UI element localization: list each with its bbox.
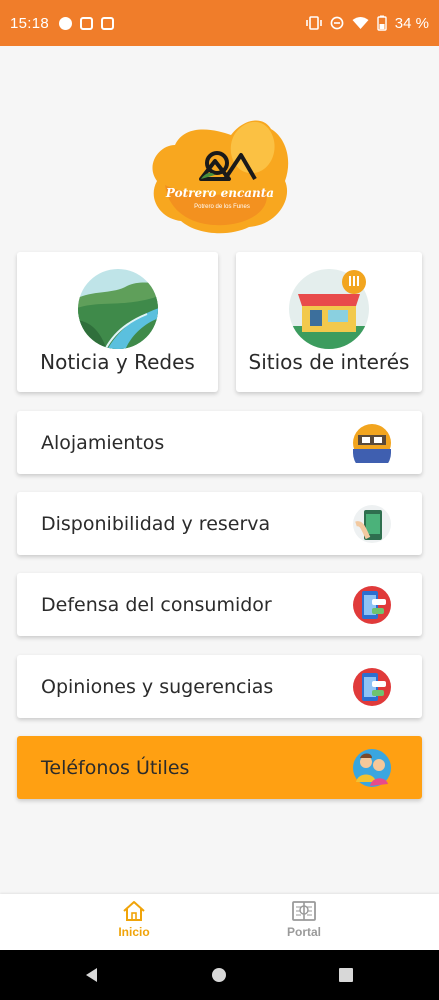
battery-percentage: 34 % <box>394 14 429 32</box>
accommodation-label: Alojamientos <box>41 431 165 454</box>
nav-home[interactable]: Inicio <box>89 900 179 939</box>
notification-phone-icon <box>80 16 94 30</box>
news-and-social-tile[interactable]: Noticia y Redes <box>17 252 218 392</box>
home-button-icon[interactable] <box>211 967 227 983</box>
map-book-icon <box>292 901 316 921</box>
mobile-chat-icon <box>353 585 391 624</box>
news-and-social-label: Noticia y Redes <box>40 350 195 374</box>
recents-icon[interactable] <box>338 967 354 983</box>
availability-booking-label: Disponibilidad y reserva <box>41 512 271 535</box>
system-navigation-bar <box>0 950 439 1000</box>
back-icon[interactable] <box>84 967 100 983</box>
mobile-chat-icon <box>353 667 391 706</box>
landscape-river-icon <box>77 269 158 349</box>
feedback-suggestions-row[interactable]: Opiniones y sugerencias <box>17 655 422 718</box>
notification-icons <box>59 16 115 30</box>
people-icon <box>353 748 391 787</box>
points-of-interest-label: Sitios de interés <box>248 350 410 374</box>
booking-phone-icon <box>353 504 391 543</box>
accommodation-row[interactable]: Alojamientos <box>17 411 422 474</box>
status-time: 15:18 <box>10 14 50 32</box>
availability-booking-row[interactable]: Disponibilidad y reserva <box>17 492 422 555</box>
battery-icon <box>377 15 387 31</box>
logo-subtitle: Potrero de los Funes <box>194 204 250 210</box>
consumer-defense-label: Defensa del consumidor <box>41 593 272 616</box>
nav-portal-label: Portal <box>286 925 321 939</box>
nav-portal[interactable]: Portal <box>259 900 349 939</box>
consumer-defense-row[interactable]: Defensa del consumidor <box>17 573 422 636</box>
home-icon <box>123 901 145 921</box>
useful-phones-row[interactable]: Teléfonos Útiles <box>17 736 422 799</box>
bottom-navigation: Inicio Portal <box>0 894 439 950</box>
hotel-bed-icon <box>353 423 391 463</box>
status-right: 34 % <box>305 14 429 32</box>
shop-storefront-icon <box>289 269 369 349</box>
do-not-disturb-icon <box>330 16 344 30</box>
logo-title: Potrero encanta <box>165 186 274 200</box>
notification-app-icon <box>59 16 73 30</box>
vibrate-icon <box>305 16 322 30</box>
useful-phones-label: Teléfonos Útiles <box>41 756 190 779</box>
points-of-interest-tile[interactable]: Sitios de interés <box>236 252 422 392</box>
feedback-suggestions-label: Opiniones y sugerencias <box>41 675 274 698</box>
potrero-encanta-logo: Potrero encanta Potrero de los Funes <box>152 120 289 234</box>
nav-home-label: Inicio <box>118 925 150 939</box>
wifi-icon <box>352 17 369 29</box>
notification-sim-icon <box>101 16 115 30</box>
status-bar: 15:18 34 % <box>0 0 439 46</box>
